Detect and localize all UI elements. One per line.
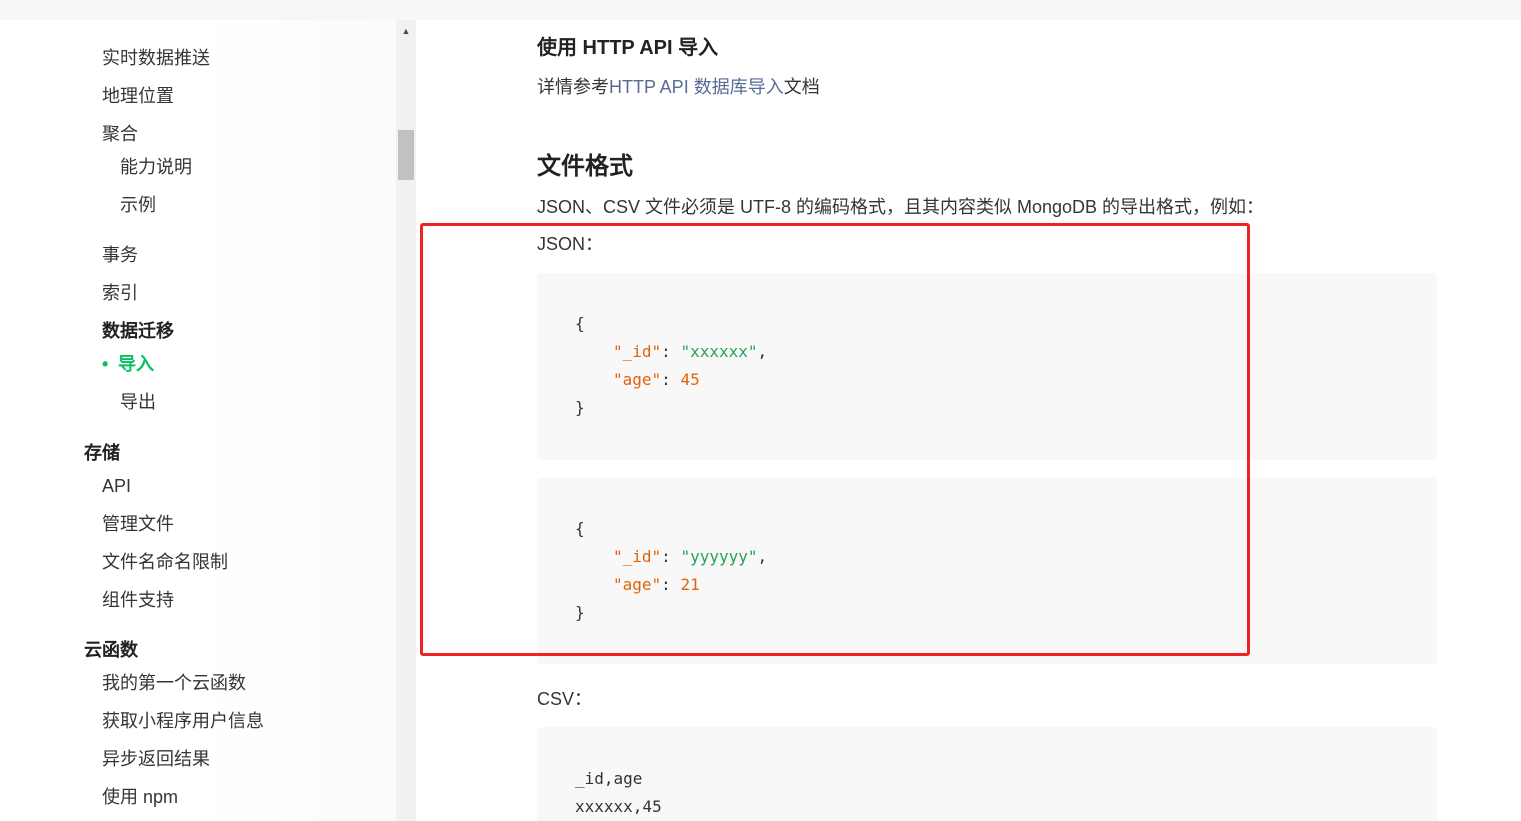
csv-code-block: _id,age xxxxxx,45 [537,727,1437,821]
json-age-value: 21 [680,575,700,594]
sidebar-item-use-npm[interactable]: 使用 npm [102,785,178,809]
http-api-desc-prefix: 详情参考 [537,77,609,97]
csv-data-line: xxxxxx,45 [575,797,662,816]
sidebar-item-indexes[interactable]: 索引 [102,281,138,305]
json-brace-close: } [575,603,585,622]
json-colon: : [661,547,681,566]
sidebar-nav: 实时数据推送 地理位置 聚合 能力说明 示例 事务 索引 数据迁移 • 导入 导出… [0,20,396,821]
json-id-key: "_id" [613,547,662,566]
sidebar-item-transactions[interactable]: 事务 [102,243,138,267]
json-colon: : [661,342,681,361]
json-code-block-2: { "_id": "yyyyyy", "age": 21 } [537,478,1437,664]
json-age-key: "age" [613,370,662,389]
sidebar-item-realtime-push[interactable]: 实时数据推送 [102,46,210,70]
json-age-key: "age" [613,575,662,594]
json-label: JSON： [537,234,604,254]
json-id-value: "yyyyyy" [680,547,758,566]
active-bullet: • [102,354,109,374]
sidebar-item-cloud-functions[interactable]: 云函数 [84,638,138,662]
json-colon: : [661,370,681,389]
sidebar-item-filename-limits[interactable]: 文件名命名限制 [102,550,228,574]
json-comma: , [757,547,768,566]
json-code-block-1: { "_id": "xxxxxx", "age": 45 } [537,273,1437,460]
sidebar-item-export[interactable]: 导出 [120,390,156,414]
json-age-value: 45 [680,370,700,389]
sidebar-item-import-label: 导入 [118,354,154,374]
sidebar-item-data-migration[interactable]: 数据迁移 [102,319,174,343]
json-comma: , [757,342,768,361]
sidebar-item-import[interactable]: • 导入 [102,352,154,376]
json-brace-close: } [575,398,585,417]
sidebar-item-examples[interactable]: 示例 [120,193,156,217]
sidebar-item-manage-files[interactable]: 管理文件 [102,512,174,536]
sidebar-item-geolocation[interactable]: 地理位置 [102,84,174,108]
json-age-line: "age": 21 [613,575,700,595]
sidebar-item-storage[interactable]: 存储 [84,441,120,465]
json-id-key: "_id" [613,342,662,361]
csv-label: CSV： [537,689,593,709]
json-age-line: "age": 45 [613,370,700,390]
json-brace-open: { [575,314,585,333]
file-format-description: JSON、CSV 文件必须是 UTF-8 的编码格式，且其内容类似 MongoD… [537,197,1265,217]
csv-header-line: _id,age [575,769,643,788]
sidebar-item-component-support[interactable]: 组件支持 [102,588,174,612]
sidebar-item-aggregation[interactable]: 聚合 [102,122,138,146]
main-content: 使用 HTTP API 导入 详情参考HTTP API 数据库导入文档 文件格式… [416,20,1521,821]
scroll-up-arrow-icon[interactable]: ▲ [396,26,416,36]
sidebar-item-first-cloud-function[interactable]: 我的第一个云函数 [102,671,246,695]
top-bar [0,0,1521,20]
http-api-doc-link[interactable]: HTTP API 数据库导入 [609,77,784,97]
file-format-heading: 文件格式 [537,153,633,180]
http-api-desc-suffix: 文档 [783,77,820,97]
sidebar-item-async-results[interactable]: 异步返回结果 [102,747,210,771]
http-api-import-heading: 使用 HTTP API 导入 [537,37,719,59]
json-id-line: "_id": "yyyyyy", [613,547,767,567]
scrollbar-thumb[interactable] [398,130,414,180]
sidebar-item-api[interactable]: API [102,474,131,498]
sidebar-item-get-user-info[interactable]: 获取小程序用户信息 [102,709,264,733]
http-api-description: 详情参考HTTP API 数据库导入文档 [537,73,820,99]
sidebar-item-capabilities[interactable]: 能力说明 [120,155,192,179]
sidebar-scrollbar[interactable]: ▲ [396,20,416,821]
json-id-line: "_id": "xxxxxx", [613,342,767,362]
json-id-value: "xxxxxx" [680,342,758,361]
json-brace-open: { [575,519,585,538]
json-colon: : [661,575,681,594]
